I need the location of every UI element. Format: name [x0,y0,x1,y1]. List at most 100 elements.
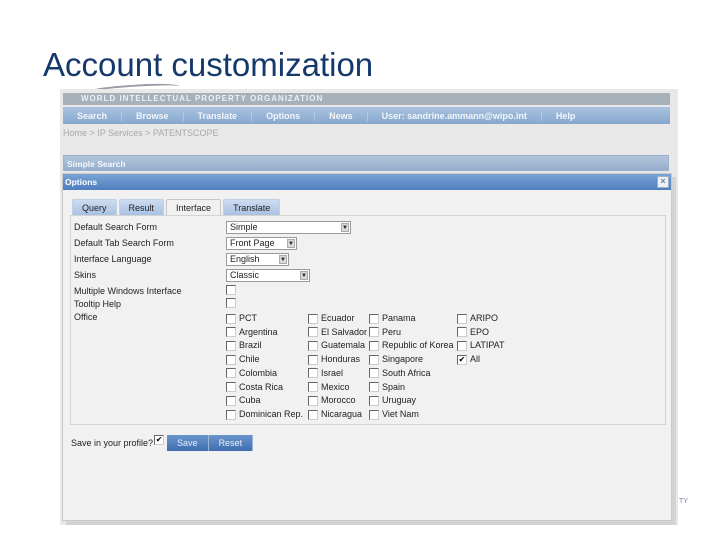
office-checkbox[interactable] [226,368,236,379]
office-checkbox[interactable] [369,327,379,338]
simple-search-bar[interactable]: Simple Search [63,155,669,171]
office-option[interactable]: Ecuador [308,313,355,324]
office-option[interactable]: South Africa [369,368,431,379]
interface-language-select[interactable]: English ▼ [226,253,289,266]
save-row: Save in your profile? ✔ Save Reset [71,435,254,451]
office-checkbox[interactable] [369,395,379,406]
office-label: El Salvador [321,326,368,337]
tab-translate[interactable]: Translate [223,199,281,215]
office-option[interactable]: LATIPAT [457,340,505,352]
multiple-windows-checkbox[interactable] [226,285,236,295]
default-tab-search-form-label: Default Tab Search Form [74,238,174,248]
office-checkbox[interactable] [308,382,318,393]
office-checkbox[interactable] [226,327,236,338]
office-option[interactable]: ARIPO [457,313,498,324]
office-checkbox[interactable] [457,327,467,338]
office-checkbox[interactable] [369,368,379,379]
office-option[interactable]: Nicaragua [308,409,362,420]
office-label: Panama [382,313,416,323]
office-checkbox[interactable] [308,327,318,338]
office-option[interactable]: Spain [369,382,405,393]
office-label: Ecuador [321,313,355,323]
skins-select[interactable]: Classic ▼ [226,269,310,282]
office-checkbox[interactable] [457,313,467,324]
office-label: Mexico [321,381,350,392]
office-checkbox[interactable] [226,409,236,420]
default-tab-search-form-select[interactable]: Front Page ▼ [226,237,297,250]
tooltip-help-checkbox[interactable] [226,298,236,308]
nav-translate[interactable]: Translate [184,110,253,121]
office-checkbox[interactable] [308,368,318,379]
reset-button[interactable]: Reset [208,435,254,451]
office-checkbox[interactable] [308,313,318,324]
office-option[interactable]: Cuba [226,395,261,406]
office-option[interactable]: ✔ All [457,354,480,365]
tab-interface[interactable]: Interface [166,199,222,215]
office-checkbox[interactable] [369,409,379,420]
office-option[interactable]: Uruguay [369,395,416,406]
office-label: PCT [239,313,257,323]
office-checkbox[interactable] [369,354,379,365]
office-checkbox[interactable] [226,395,236,406]
nav-search[interactable]: Search [63,110,123,121]
select-value: English [230,254,260,264]
office-option[interactable]: Dominican Rep. [226,409,303,420]
office-checkbox[interactable] [308,341,318,352]
office-option[interactable]: Peru [369,327,401,338]
office-label: Singapore [382,354,424,365]
office-option[interactable]: Costa Rica [226,382,283,393]
nav-options[interactable]: Options [252,110,316,121]
office-checkbox[interactable] [226,382,236,393]
office-option[interactable]: Brazil [226,340,262,352]
office-checkbox[interactable] [226,341,236,352]
office-option[interactable]: Morocco [308,395,356,406]
office-option[interactable]: PCT [226,313,257,324]
office-checkbox[interactable] [226,313,236,324]
chevron-down-icon: ▼ [300,271,308,280]
office-option[interactable]: Chile [226,354,260,365]
office-label: EPO [470,326,490,337]
office-option[interactable]: EPO [457,327,489,338]
office-label: Dominican Rep. [239,408,304,419]
office-checkbox[interactable] [369,382,379,393]
office-option[interactable]: Argentina [226,327,278,338]
nav-browse[interactable]: Browse [122,110,184,121]
office-option[interactable]: Panama [369,313,416,324]
nav-user[interactable]: User: sandrine.ammann@wipo.int [368,110,542,121]
save-profile-checkbox[interactable]: ✔ [154,435,165,445]
dialog-title-bar: Options × [63,174,671,190]
office-label: Colombia [239,367,278,378]
office-checkbox[interactable] [308,354,318,365]
tab-query[interactable]: Query [72,199,117,215]
close-icon[interactable]: × [657,176,669,188]
nav-news[interactable]: News [315,110,368,121]
office-label: Uruguay [382,395,417,406]
office-label: Peru [382,326,402,337]
tab-result[interactable]: Result [118,199,165,215]
office-option[interactable]: Colombia [226,368,277,379]
office-option[interactable]: Singapore [369,354,423,365]
office-checkbox[interactable] [226,354,236,365]
office-option[interactable]: El Salvador [308,327,367,338]
office-option[interactable]: Viet Nam [369,409,419,420]
office-option[interactable]: Guatemala [308,340,365,352]
office-option[interactable]: Honduras [308,354,360,365]
office-checkbox[interactable] [457,341,467,352]
office-checkbox[interactable]: ✔ [457,354,467,365]
office-checkbox[interactable] [369,313,379,324]
office-checkbox[interactable] [369,341,379,352]
breadcrumb[interactable]: Home > IP Services > PATENTSCOPE [63,128,219,138]
office-label: ARIPO [470,313,499,323]
select-value: Simple [230,222,258,232]
office-option[interactable]: Mexico [308,382,350,393]
save-button[interactable]: Save [167,435,209,451]
office-checkbox[interactable] [308,395,318,406]
office-option[interactable]: Israel [308,368,343,379]
default-search-form-select[interactable]: Simple ▼ [226,221,351,234]
nav-help[interactable]: Help [542,111,590,121]
office-label: Brazil [239,340,262,351]
office-label: Nicaragua [321,408,363,419]
office-option[interactable]: Republic of Korea [369,340,454,352]
office-checkbox[interactable] [308,409,318,420]
tab-bar: Query Result Interface Translate [72,199,281,215]
